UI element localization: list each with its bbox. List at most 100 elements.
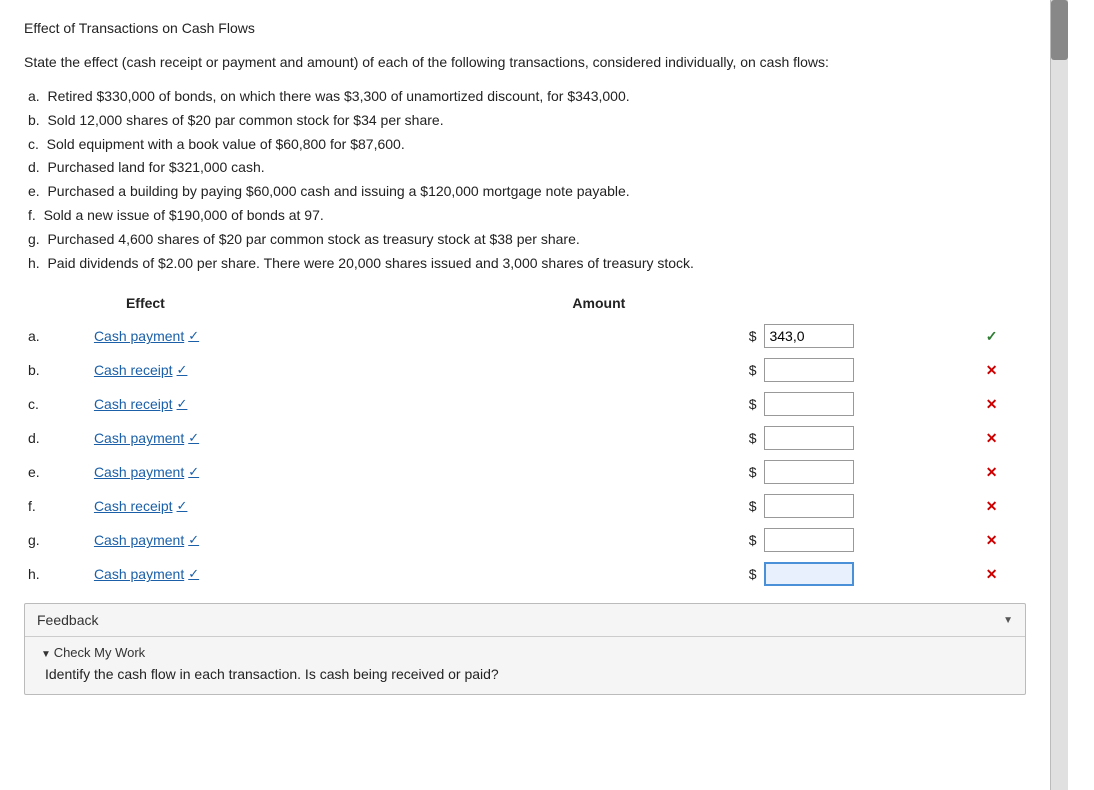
dollar-sign-a: $	[528, 319, 760, 353]
status-cell-h: ✕	[982, 557, 1026, 591]
amount-input-c[interactable]	[764, 392, 854, 416]
dollar-sign-e: $	[528, 455, 760, 489]
effect-cell-b[interactable]: Cash receipt ✓	[86, 353, 528, 387]
amount-input-g[interactable]	[764, 528, 854, 552]
dollar-sign-d: $	[528, 421, 760, 455]
dollar-sign-b: $	[528, 353, 760, 387]
main-content: Effect of Transactions on Cash Flows Sta…	[0, 0, 1050, 790]
x-icon[interactable]: ✕	[986, 498, 998, 514]
row-letter-e: e.	[24, 455, 86, 489]
amount-cell-f[interactable]	[760, 489, 981, 523]
amount-cell-h[interactable]	[760, 557, 981, 591]
amount-input-a[interactable]	[764, 324, 854, 348]
amount-input-d[interactable]	[764, 426, 854, 450]
blank-header	[24, 291, 86, 319]
effect-cell-h[interactable]: Cash payment ✓	[86, 557, 528, 591]
dollar-sign-c: $	[528, 387, 760, 421]
checkmark-icon: ✓	[188, 328, 199, 344]
status-cell-e: ✕	[982, 455, 1026, 489]
x-icon[interactable]: ✕	[986, 362, 998, 378]
transaction-e: e. Purchased a building by paying $60,00…	[24, 180, 1026, 204]
amount-input-h[interactable]	[764, 562, 854, 586]
table-row: e.Cash payment ✓$✕	[24, 455, 1026, 489]
row-letter-h: h.	[24, 557, 86, 591]
row-letter-b: b.	[24, 353, 86, 387]
row-letter-c: c.	[24, 387, 86, 421]
checkmark-icon: ✓	[188, 566, 199, 582]
effect-header: Effect	[86, 291, 528, 319]
scrollbar[interactable]	[1050, 0, 1068, 790]
effect-dropdown-g[interactable]: Cash payment ✓	[90, 530, 203, 550]
amount-cell-a[interactable]	[760, 319, 981, 353]
effect-label: Cash payment	[94, 430, 184, 446]
effect-dropdown-b[interactable]: Cash receipt ✓	[90, 360, 192, 380]
page-wrapper: Effect of Transactions on Cash Flows Sta…	[0, 0, 1094, 790]
effect-cell-e[interactable]: Cash payment ✓	[86, 455, 528, 489]
row-letter-a: a.	[24, 319, 86, 353]
effect-dropdown-a[interactable]: Cash payment ✓	[90, 326, 203, 346]
table-row: a.Cash payment ✓$✓	[24, 319, 1026, 353]
amount-input-f[interactable]	[764, 494, 854, 518]
table-row: h.Cash payment ✓$✕	[24, 557, 1026, 591]
amount-cell-e[interactable]	[760, 455, 981, 489]
checkmark-icon: ✓	[177, 396, 188, 412]
effect-dropdown-d[interactable]: Cash payment ✓	[90, 428, 203, 448]
checkmark-icon: ✓	[177, 362, 188, 378]
x-icon[interactable]: ✕	[986, 396, 998, 412]
feedback-body: Check My Work Identify the cash flow in …	[25, 637, 1025, 694]
amount-input-e[interactable]	[764, 460, 854, 484]
checkmark-icon: ✓	[188, 430, 199, 446]
x-icon[interactable]: ✕	[986, 566, 998, 582]
check-my-work-toggle[interactable]: Check My Work	[41, 645, 1009, 660]
effect-cell-g[interactable]: Cash payment ✓	[86, 523, 528, 557]
status-cell-c: ✕	[982, 387, 1026, 421]
effect-cell-f[interactable]: Cash receipt ✓	[86, 489, 528, 523]
checkmark-icon: ✓	[188, 464, 199, 480]
transaction-g: g. Purchased 4,600 shares of $20 par com…	[24, 228, 1026, 252]
row-letter-g: g.	[24, 523, 86, 557]
status-cell-b: ✕	[982, 353, 1026, 387]
effect-label: Cash receipt	[94, 396, 173, 412]
dollar-sign-h: $	[528, 557, 760, 591]
effect-dropdown-c[interactable]: Cash receipt ✓	[90, 394, 192, 414]
effect-label: Cash payment	[94, 328, 184, 344]
answer-table: Effect Amount a.Cash payment ✓$✓b.Cash r…	[24, 291, 1026, 591]
feedback-title: Feedback	[37, 612, 98, 628]
effect-cell-d[interactable]: Cash payment ✓	[86, 421, 528, 455]
table-row: b.Cash receipt ✓$✕	[24, 353, 1026, 387]
correct-check-icon: ✓	[986, 328, 998, 344]
instructions: State the effect (cash receipt or paymen…	[24, 52, 1026, 73]
amount-cell-c[interactable]	[760, 387, 981, 421]
table-row: f.Cash receipt ✓$✕	[24, 489, 1026, 523]
effect-cell-c[interactable]: Cash receipt ✓	[86, 387, 528, 421]
row-letter-f: f.	[24, 489, 86, 523]
status-cell-g: ✕	[982, 523, 1026, 557]
x-icon[interactable]: ✕	[986, 430, 998, 446]
amount-cell-d[interactable]	[760, 421, 981, 455]
amount-header: Amount	[528, 291, 760, 319]
dollar-sign-g: $	[528, 523, 760, 557]
scrollbar-thumb[interactable]	[1051, 0, 1068, 60]
x-icon[interactable]: ✕	[986, 464, 998, 480]
feedback-box: Feedback ▼ Check My Work Identify the ca…	[24, 603, 1026, 695]
feedback-hint: Identify the cash flow in each transacti…	[41, 666, 1009, 682]
effect-dropdown-h[interactable]: Cash payment ✓	[90, 564, 203, 584]
effect-label: Cash payment	[94, 464, 184, 480]
transaction-b: b. Sold 12,000 shares of $20 par common …	[24, 109, 1026, 133]
row-letter-d: d.	[24, 421, 86, 455]
transaction-c: c. Sold equipment with a book value of $…	[24, 133, 1026, 157]
effect-dropdown-e[interactable]: Cash payment ✓	[90, 462, 203, 482]
table-header-row: Effect Amount	[24, 291, 1026, 319]
effect-label: Cash payment	[94, 566, 184, 582]
transactions-list: a. Retired $330,000 of bonds, on which t…	[24, 85, 1026, 275]
effect-dropdown-f[interactable]: Cash receipt ✓	[90, 496, 192, 516]
effect-cell-a[interactable]: Cash payment ✓	[86, 319, 528, 353]
amount-cell-b[interactable]	[760, 353, 981, 387]
page-title: Effect of Transactions on Cash Flows	[24, 20, 1026, 36]
transaction-a: a. Retired $330,000 of bonds, on which t…	[24, 85, 1026, 109]
status-cell-d: ✕	[982, 421, 1026, 455]
amount-cell-g[interactable]	[760, 523, 981, 557]
amount-input-b[interactable]	[764, 358, 854, 382]
effect-label: Cash receipt	[94, 362, 173, 378]
x-icon[interactable]: ✕	[986, 532, 998, 548]
